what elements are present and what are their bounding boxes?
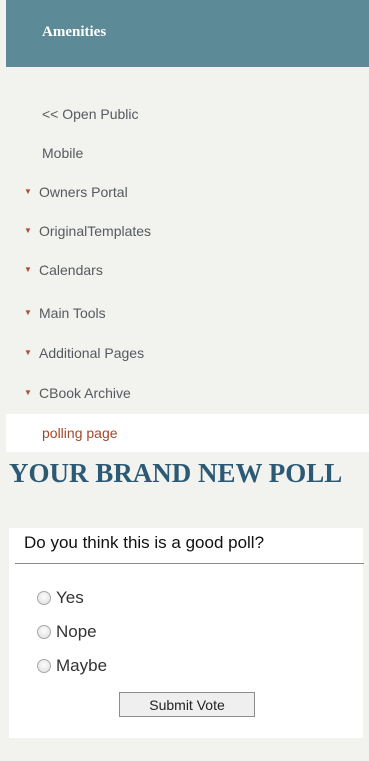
- nav-item-label: << Open Public: [42, 106, 139, 122]
- nav-item-mobile[interactable]: Mobile: [6, 134, 369, 172]
- nav-item-label: Owners Portal: [39, 184, 128, 200]
- nav-item-label: Main Tools: [39, 305, 106, 321]
- poll-question: Do you think this is a good poll?: [15, 528, 364, 564]
- nav-item-main-tools[interactable]: ▼ Main Tools: [6, 294, 369, 332]
- nav-item-label: polling page: [42, 425, 118, 441]
- caret-down-icon: ▼: [24, 348, 32, 357]
- caret-down-icon: ▼: [24, 388, 32, 397]
- caret-down-icon: ▼: [24, 265, 32, 274]
- nav-item-label: CBook Archive: [39, 385, 131, 401]
- caret-down-icon: ▼: [24, 226, 32, 235]
- radio-button[interactable]: [37, 659, 51, 673]
- caret-down-icon: ▼: [24, 308, 32, 317]
- poll-form: Do you think this is a good poll? Yes No…: [9, 528, 364, 738]
- radio-button[interactable]: [37, 591, 51, 605]
- nav-item-original-templates[interactable]: ▼ OriginalTemplates: [6, 212, 369, 250]
- nav-item-owners-portal[interactable]: ▼ Owners Portal: [6, 173, 369, 211]
- nav-item-label: Additional Pages: [39, 345, 145, 361]
- radio-button[interactable]: [37, 625, 51, 639]
- nav-item-cbook-archive[interactable]: ▼ CBook Archive: [6, 374, 369, 412]
- poll-option-yes[interactable]: Yes: [37, 588, 84, 608]
- caret-down-icon: ▼: [24, 187, 32, 196]
- option-label: Maybe: [56, 656, 108, 675]
- option-label: Nope: [56, 622, 97, 641]
- nav-item-calendars[interactable]: ▼ Calendars: [6, 251, 369, 289]
- nav-item-additional-pages[interactable]: ▼ Additional Pages: [6, 334, 369, 372]
- nav-item-open-public[interactable]: << Open Public: [6, 95, 369, 133]
- nav-item-label: Mobile: [42, 145, 84, 161]
- poll-title: YOUR BRAND NEW POLL: [9, 458, 343, 488]
- poll-option-maybe[interactable]: Maybe: [37, 656, 107, 676]
- nav-item-polling-page[interactable]: polling page: [6, 414, 369, 452]
- header-title: Amenities: [42, 24, 107, 40]
- submit-vote-button[interactable]: Submit Vote: [119, 692, 255, 717]
- nav-item-label: Calendars: [39, 262, 103, 278]
- sidebar-header: Amenities: [6, 0, 369, 67]
- option-label: Yes: [56, 588, 84, 607]
- nav-item-label: OriginalTemplates: [39, 223, 152, 239]
- poll-option-nope[interactable]: Nope: [37, 622, 97, 642]
